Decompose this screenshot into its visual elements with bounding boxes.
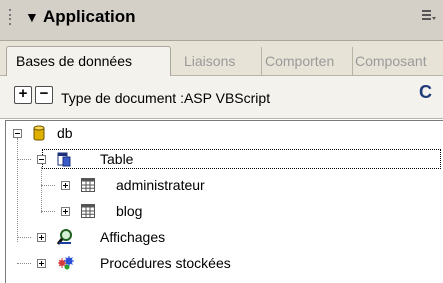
expand-toggle-icon[interactable] — [61, 207, 70, 216]
table-icon — [57, 152, 71, 167]
add-button[interactable]: + — [14, 86, 32, 104]
panel-options-menu-icon[interactable] — [421, 8, 437, 24]
databases-panel: ▼ Application Bases de données Liaisons … — [0, 0, 443, 283]
panel-toolbar: + − Type de document :ASP VBScript C — [0, 76, 443, 119]
expand-toggle-icon[interactable] — [61, 181, 70, 190]
document-type-label: Type de document :ASP VBScript — [61, 90, 271, 106]
expand-toggle-icon[interactable] — [37, 233, 46, 242]
database-icon — [33, 125, 45, 141]
magnifier-view-icon — [57, 229, 72, 245]
tree-node-label: administrateur — [116, 177, 205, 193]
tab-comportements[interactable]: Comporten — [261, 47, 353, 75]
tree-node-affichages[interactable]: Affichages — [30, 227, 250, 247]
tree-node-administrateur[interactable]: administrateur — [54, 175, 274, 195]
tree-node-label: Procédures stockées — [100, 255, 231, 271]
refresh-icon[interactable]: C — [419, 82, 432, 103]
tree-node-table[interactable]: Table — [30, 149, 230, 169]
tree-node-db[interactable]: db — [6, 123, 206, 143]
tab-composants[interactable]: Composant — [352, 47, 443, 75]
collapse-toggle-icon[interactable] — [13, 129, 22, 138]
tree-node-label: db — [57, 125, 73, 141]
expand-toggle-icon[interactable] — [37, 259, 46, 268]
grid-table-icon — [81, 178, 95, 192]
database-tree: db Table administrateur blog Affichages … — [5, 120, 443, 283]
panel-titlebar[interactable]: ▼ Application — [0, 0, 443, 41]
collapse-arrow-icon[interactable]: ▼ — [25, 9, 39, 25]
tab-bases-de-donnees[interactable]: Bases de données — [6, 46, 171, 77]
tree-node-blog[interactable]: blog — [54, 201, 274, 221]
grid-table-icon — [81, 204, 95, 218]
tree-node-label: blog — [116, 203, 143, 219]
remove-button[interactable]: − — [35, 86, 53, 104]
panel-title: Application — [43, 7, 136, 26]
drag-grip-icon[interactable] — [8, 9, 14, 25]
panel-tabs: Bases de données Liaisons Comporten Comp… — [0, 41, 443, 77]
tree-node-label: Table — [100, 151, 134, 167]
tab-liaisons[interactable]: Liaisons — [184, 47, 254, 75]
collapse-toggle-icon[interactable] — [37, 155, 46, 164]
stored-procedure-icon — [58, 256, 74, 270]
tree-node-label: Affichages — [100, 229, 166, 245]
tree-node-procedures-stockees[interactable]: Procédures stockées — [30, 253, 290, 273]
